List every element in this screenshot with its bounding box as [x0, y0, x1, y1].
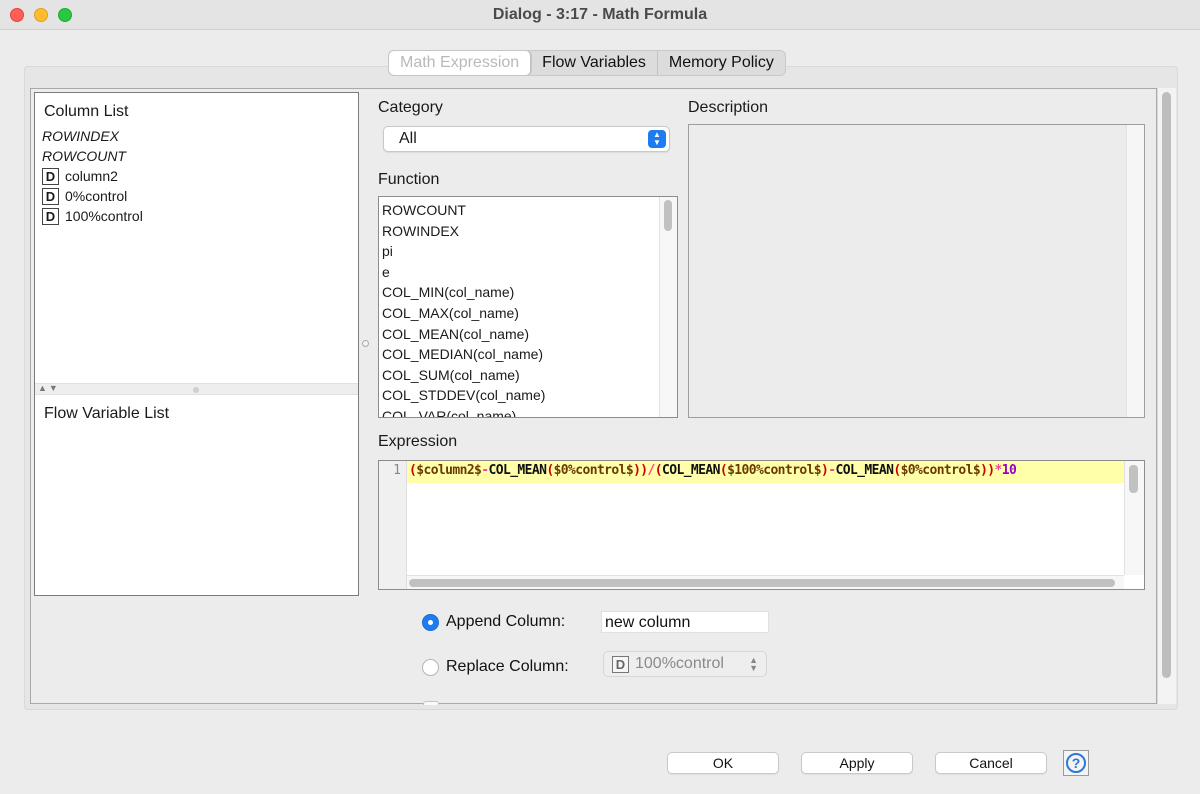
chevron-up-down-icon: ▲ ▼ [648, 130, 666, 148]
column-item-label: 100%control [65, 208, 143, 224]
title-bar: Dialog - 3:17 - Math Formula [0, 0, 1200, 30]
code-token: )) [980, 463, 995, 478]
tab-memory-policy[interactable]: Memory Policy [658, 51, 785, 75]
settings-scrollbar-thumb[interactable] [1162, 92, 1171, 678]
code-token: COL_MEAN [835, 463, 894, 478]
function-item[interactable]: e [382, 262, 545, 283]
settings-scrollbar[interactable] [1157, 88, 1176, 704]
window-title: Dialog - 3:17 - Math Formula [492, 6, 708, 23]
column-item-label: 0%control [65, 188, 128, 204]
code-token: * [994, 463, 1003, 478]
expression-code[interactable]: ($column2$-COL_MEAN($0%control$))/(COL_M… [409, 463, 1017, 478]
function-item[interactable]: ROWINDEX [382, 221, 545, 242]
code-token: ( [893, 463, 901, 478]
column-item-label: ROWINDEX [42, 128, 119, 144]
column-item-0-control[interactable]: D 0%control [42, 186, 143, 206]
current-line-highlight: ($column2$-COL_MEAN($0%control$))/(COL_M… [407, 461, 1127, 483]
function-item[interactable]: COL_MEAN(col_name) [382, 324, 545, 345]
code-token: ( [719, 463, 728, 478]
replace-column-select[interactable]: D 100%control ▲ ▼ [603, 651, 767, 677]
function-scrollbar-thumb[interactable] [664, 200, 672, 231]
column-item-100-control[interactable]: D 100%control [42, 206, 143, 226]
function-item[interactable]: COL_SUM(col_name) [382, 365, 545, 386]
function-list: ROWCOUNT ROWINDEX pi e COL_MIN(col_name)… [382, 200, 545, 417]
column-list-label: Column List [44, 103, 129, 120]
code-token: / [647, 463, 656, 478]
help-icon: ? [1066, 753, 1086, 773]
function-item[interactable]: COL_MIN(col_name) [382, 282, 545, 303]
column-list: ROWINDEX ROWCOUNT D column2 D 0%control … [42, 126, 143, 226]
list-splitter[interactable]: ▲▼ [35, 383, 358, 395]
column-item-label: ROWCOUNT [42, 148, 126, 164]
double-type-icon: D [612, 655, 629, 673]
function-list-panel: ROWCOUNT ROWINDEX pi e COL_MIN(col_name)… [378, 196, 678, 418]
expression-vertical-scrollbar[interactable] [1124, 461, 1144, 575]
function-scrollbar[interactable] [659, 197, 677, 417]
tab-flow-variables[interactable]: Flow Variables [531, 51, 658, 75]
description-panel [688, 124, 1145, 418]
double-type-icon: D [42, 187, 59, 205]
replace-column-label: Replace Column: [446, 658, 569, 675]
new-column-name-input[interactable]: new column [601, 611, 769, 633]
column-item-rowcount[interactable]: ROWCOUNT [42, 146, 143, 166]
column-item-rowindex[interactable]: ROWINDEX [42, 126, 143, 146]
double-type-icon: D [42, 207, 59, 225]
expression-vertical-thumb[interactable] [1129, 465, 1138, 493]
code-token: - [828, 463, 836, 478]
column-item-label: column2 [65, 168, 118, 184]
code-token: ( [654, 463, 663, 478]
ok-button[interactable]: OK [667, 752, 779, 774]
expression-horizontal-scrollbar[interactable] [407, 575, 1124, 589]
code-token: ( [546, 463, 554, 478]
help-button[interactable]: ? [1063, 750, 1089, 776]
category-label: Category [378, 99, 443, 116]
tab-bar: Math Expression Flow Variables Memory Po… [388, 50, 786, 76]
expression-editor[interactable]: 1 ($column2$-COL_MEAN($0%control$))/(COL… [378, 460, 1145, 590]
function-item[interactable]: COL_VAR(col_name) [382, 406, 545, 417]
code-token: - [481, 463, 489, 478]
code-token: $0%control$ [900, 463, 981, 478]
function-label: Function [378, 171, 440, 188]
code-token: )) [633, 463, 648, 478]
function-item[interactable]: COL_MEDIAN(col_name) [382, 344, 545, 365]
vertical-splitter-grip-icon[interactable] [362, 340, 369, 347]
function-item[interactable]: pi [382, 241, 545, 262]
partial-checkbox[interactable] [423, 701, 439, 705]
description-scrollbar[interactable] [1126, 125, 1144, 417]
category-select[interactable]: All ▲ ▼ [383, 126, 670, 152]
splitter-grip-icon [193, 387, 199, 393]
expression-horizontal-thumb[interactable] [409, 579, 1115, 587]
splitter-arrows-icon[interactable]: ▲▼ [38, 383, 60, 393]
code-token: COL_MEAN [488, 463, 547, 478]
category-selected-value: All [399, 130, 417, 147]
line-number: 1 [393, 463, 401, 478]
function-item[interactable]: ROWCOUNT [382, 200, 545, 221]
append-column-radio[interactable] [422, 614, 439, 631]
chevron-up-down-icon: ▲ ▼ [749, 655, 758, 673]
description-label: Description [688, 99, 769, 116]
function-item[interactable]: COL_MAX(col_name) [382, 303, 545, 324]
code-token: $0%control$ [553, 463, 634, 478]
cancel-button[interactable]: Cancel [935, 752, 1047, 774]
function-item[interactable]: COL_STDDEV(col_name) [382, 385, 545, 406]
code-token: $column2$ [416, 463, 482, 478]
column-list-panel: Column List ROWINDEX ROWCOUNT D column2 … [34, 92, 359, 596]
code-token: $100%control$ [727, 463, 822, 478]
replace-column-radio[interactable] [422, 659, 439, 676]
apply-button[interactable]: Apply [801, 752, 913, 774]
code-token: COL_MEAN [662, 463, 720, 478]
line-number-gutter: 1 [379, 461, 407, 589]
double-type-icon: D [42, 167, 59, 185]
append-column-label: Append Column: [446, 613, 566, 630]
code-token: 10 [1001, 463, 1017, 478]
tab-math-expression[interactable]: Math Expression [389, 51, 532, 75]
expression-label: Expression [378, 433, 458, 450]
flow-variable-list-label: Flow Variable List [44, 405, 170, 422]
replace-column-value: 100%control [635, 655, 724, 672]
column-item-column2[interactable]: D column2 [42, 166, 143, 186]
